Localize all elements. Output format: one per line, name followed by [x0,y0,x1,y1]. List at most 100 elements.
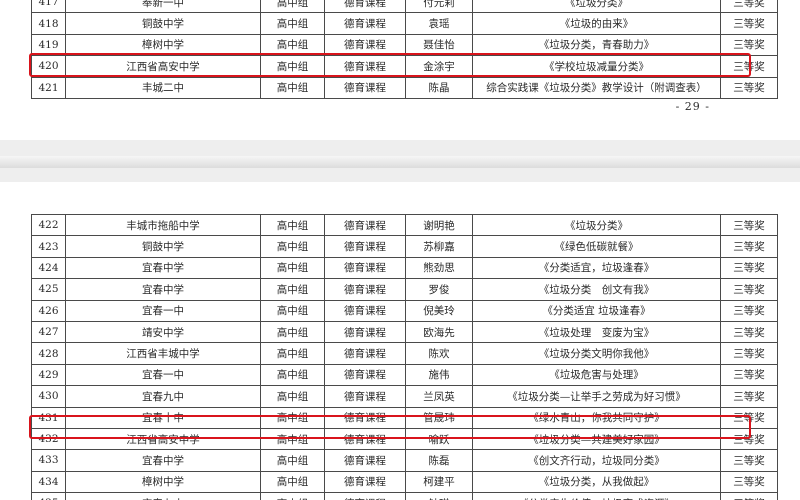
group-cell: 高中组 [260,55,325,78]
award-cell: 三等奖 [720,213,778,237]
table-row: 423 铜鼓中学 高中组 德育课程 苏柳嘉 《绿色低碳就餐》 三等奖 [31,235,778,258]
table-row: 434 樟树中学 高中组 德育课程 柯建平 《垃圾分类，从我做起》 三等奖 [31,470,778,494]
teacher-name-cell: 钟琪 [405,492,473,500]
table-row: 429 宜春一中 高中组 德育课程 施伟 《垃圾危害与处理》 三等奖 [31,363,778,387]
category-cell: 德育课程 [324,12,406,35]
award-cell: 三等奖 [720,363,778,387]
page-separator [0,140,800,182]
school-cell: 宜春中学 [65,256,261,280]
school-cell: 丰城二中 [65,76,261,99]
row-number: 434 [31,470,66,494]
row-number: 429 [31,363,66,387]
school-cell: 靖安中学 [65,320,261,344]
award-cell: 三等奖 [720,55,778,78]
row-number: 417 [31,0,66,14]
work-title-cell: 《分类适宜，垃圾逢春》 [472,256,721,280]
work-title-cell: 《垃圾分类—让举手之劳成为好习惯》 [472,385,721,408]
table-row: 417 奉新一中 高中组 德育课程 付元莉 《垃圾分类》 三等奖 [31,0,778,14]
awards-table: 417 奉新一中 高中组 德育课程 付元莉 《垃圾分类》 三等奖 418 铜鼓中学 高中组 德育课程… [31,0,778,99]
teacher-name-cell: 付元莉 [405,0,473,14]
row-number: 419 [31,33,66,57]
teacher-name-cell: 欧海先 [405,320,473,344]
category-cell: 德育课程 [324,342,406,365]
teacher-name-cell: 喻跃 [405,427,473,451]
work-title-cell: 《垃圾分类》 [472,213,721,237]
teacher-name-cell: 聂佳怡 [405,33,473,57]
row-number: 420 [31,55,66,78]
teacher-name-cell: 施伟 [405,363,473,387]
table-row: 433 宜春中学 高中组 德育课程 陈磊 《创文齐行动，垃圾同分类》 三等奖 [31,449,778,472]
category-cell: 德育课程 [324,256,406,280]
table-row: 420 江西省高安中学 高中组 德育课程 金涂宇 《学校垃圾减量分类》 三等奖 [31,55,778,78]
teacher-name-cell: 熊劲思 [405,256,473,280]
group-cell: 高中组 [260,33,325,57]
table-row: 435宜春九中高中组德育课程钟琪《分类产生价值，垃圾变成资源》三等奖 [31,492,778,500]
school-cell: 樟树中学 [65,470,261,494]
category-cell: 德育课程 [324,0,406,14]
work-title-cell: 《垃圾危害与处理》 [472,363,721,387]
row-number: 418 [31,12,66,35]
work-title-cell: 《垃圾分类文明你我他》 [472,342,721,365]
group-cell: 高中组 [260,278,325,301]
award-cell: 三等奖 [720,342,778,365]
school-cell: 宜春一中 [65,363,261,387]
awards-table: 422 丰城市拖船中学 高中组 德育课程 谢明艳 《垃圾分类》 三等奖 423 铜鼓中学 高中组德… [31,213,778,500]
award-cell: 三等奖 [720,12,778,35]
award-cell: 三等奖 [720,492,778,500]
award-cell: 三等奖 [720,256,778,280]
teacher-name-cell: 陈晶 [405,76,473,99]
table-row: 422 丰城市拖船中学 高中组 德育课程 谢明艳 《垃圾分类》 三等奖 [31,213,778,237]
work-title-cell: 《垃圾分类—共建美好家园》 [472,427,721,451]
award-cell: 三等奖 [720,427,778,451]
award-cell: 三等奖 [720,278,778,301]
award-cell: 三等奖 [720,470,778,494]
teacher-name-cell: 倪美玲 [405,299,473,322]
teacher-name-cell: 袁瑶 [405,12,473,35]
category-cell: 德育课程 [324,492,406,500]
school-cell: 宜春九中 [65,385,261,408]
category-cell: 德育课程 [324,33,406,57]
table-row: 432 江西省高安中学 高中组 德育课程 喻跃 《垃圾分类—共建美好家园》 三等奖 [31,427,778,451]
group-cell: 高中组 [260,363,325,387]
teacher-name-cell: 金涂宇 [405,55,473,78]
row-number: 423 [31,235,66,258]
row-number: 427 [31,320,66,344]
school-cell: 江西省丰城中学 [65,342,261,365]
group-cell: 高中组 [260,235,325,258]
row-number: 433 [31,449,66,472]
award-cell: 三等奖 [720,33,778,57]
category-cell: 德育课程 [324,55,406,78]
table-row: 427 靖安中学 高中组 德育课程 欧海先 《垃圾处理 变废为宝》 三等奖 [31,320,778,344]
row-number: 435 [31,492,66,500]
group-cell: 高中组 [260,299,325,322]
teacher-name-cell: 谢明艳 [405,213,473,237]
row-number: 422 [31,213,66,237]
teacher-name-cell: 陈磊 [405,449,473,472]
award-cell: 三等奖 [720,235,778,258]
row-number: 425 [31,278,66,301]
award-cell: 三等奖 [720,0,778,14]
category-cell: 德育课程 [324,470,406,494]
table-row: 426 宜春一中 高中组 德育课程 倪美玲 《分类适宜 垃圾逢春》 三等奖 [31,299,778,322]
work-title-cell: 《垃圾分类，从我做起》 [472,470,721,494]
award-cell: 三等奖 [720,299,778,322]
category-cell: 德育课程 [324,427,406,451]
row-number: 426 [31,299,66,322]
table-row: 428 江西省丰城中学 高中组 德育课程 陈欢 《垃圾分类文明你我他》 三等奖 [31,342,778,365]
category-cell: 德育课程 [324,449,406,472]
category-cell: 德育课程 [324,406,406,429]
award-cell: 三等奖 [720,449,778,472]
work-title-cell: 《垃圾分类》 [472,0,721,14]
teacher-name-cell: 陈欢 [405,342,473,365]
category-cell: 德育课程 [324,385,406,408]
school-cell: 宜春中学 [65,278,261,301]
school-cell: 宜春一中 [65,299,261,322]
row-number: 421 [31,76,66,99]
group-cell: 高中组 [260,256,325,280]
group-cell: 高中组 [260,342,325,365]
group-cell: 高中组 [260,492,325,500]
teacher-name-cell: 柯建平 [405,470,473,494]
category-cell: 德育课程 [324,235,406,258]
table-row: 430 宜春九中 高中组 德育课程 兰凤英 《垃圾分类—让举手之劳成为好习惯》 三等奖 [31,385,778,408]
document-page-2: 422 丰城市拖船中学 高中组 德育课程 谢明艳 《垃圾分类》 三等奖 423 铜鼓中学 高中组德… [0,182,800,500]
